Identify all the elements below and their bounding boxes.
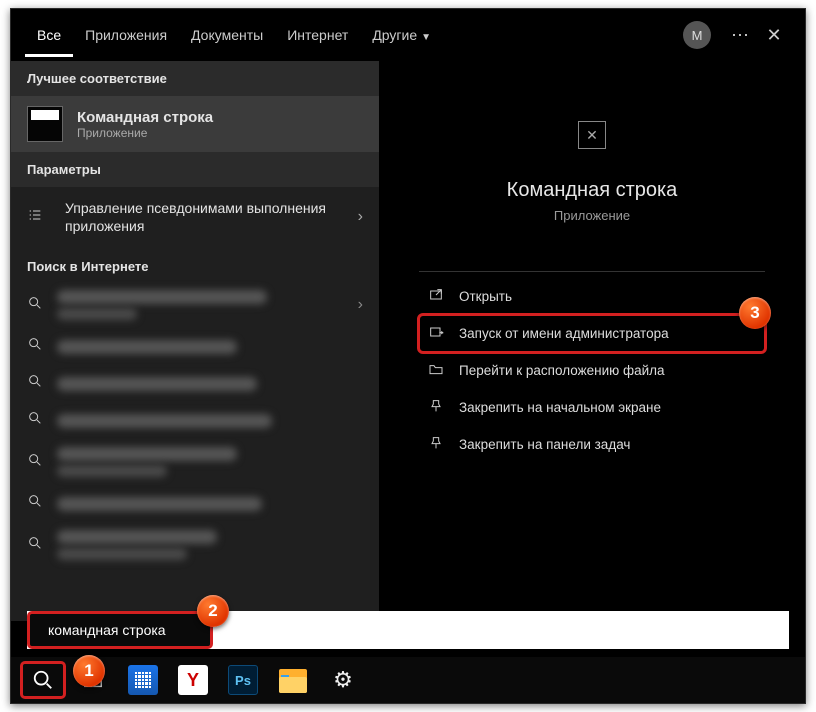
chevron-right-icon: › [358,208,363,226]
search-icon [27,410,45,431]
pin-icon [427,435,445,454]
web-result[interactable] [11,522,379,568]
cmd-icon [27,106,63,142]
account-avatar[interactable]: M [683,21,711,49]
section-best-match: Лучшее соответствие [11,61,379,96]
open-icon [427,287,445,306]
web-result[interactable]: › [11,282,379,328]
action-open-location[interactable]: Перейти к расположению файла [419,352,765,389]
web-result[interactable] [11,328,379,365]
pin-icon [427,398,445,417]
preview-subtitle: Приложение [379,208,805,223]
settings-row-alias[interactable]: Управление псевдонимами выполнения прило… [11,187,379,247]
taskbar-app-calendar[interactable] [121,662,165,698]
action-pin-taskbar[interactable]: Закрепить на панели задач [419,426,765,463]
folder-icon [427,361,445,380]
action-run-as-admin[interactable]: Запуск от имени администратора 3 [419,315,765,352]
step-marker-2: 2 [197,595,229,627]
search-icon [27,535,45,556]
step-marker-3: 3 [739,297,771,329]
preview-title: Командная строка [379,179,805,202]
search-bar [27,611,789,649]
search-icon [27,295,45,316]
section-settings: Параметры [11,152,379,187]
step-marker-1: 1 [73,655,105,687]
best-match-subtitle: Приложение [77,126,213,140]
taskbar-app-explorer[interactable] [271,662,315,698]
search-tabs: Все Приложения Документы Интернет Другие… [11,9,805,61]
web-result[interactable] [11,439,379,485]
results-panel: Лучшее соответствие Командная строка При… [11,61,379,621]
taskbar-app-photoshop[interactable]: Ps [221,662,265,698]
taskbar-app-settings[interactable]: ⚙ [321,662,365,698]
best-match-title: Командная строка [77,109,213,126]
web-result[interactable] [11,402,379,439]
section-web: Поиск в Интернете [11,247,379,282]
web-result[interactable] [11,365,379,402]
broken-image-icon: ✕ [578,121,606,149]
tab-more[interactable]: Другие▼ [360,13,443,57]
tab-all[interactable]: Все [25,13,73,57]
search-box[interactable] [27,611,213,649]
tab-apps[interactable]: Приложения [73,13,179,57]
admin-icon [427,324,445,343]
search-icon [27,452,45,473]
close-icon[interactable]: ✕ [757,25,791,46]
tab-docs[interactable]: Документы [179,13,275,57]
tab-web[interactable]: Интернет [275,13,360,57]
action-open[interactable]: Открыть [419,278,765,315]
taskbar: Y Ps ⚙ [11,657,805,703]
list-icon [27,207,51,228]
more-icon[interactable]: ⋯ [723,25,757,46]
preview-panel: ✕ Командная строка Приложение Открыть За… [379,61,805,621]
search-icon [27,373,45,394]
best-match-item[interactable]: Командная строка Приложение [11,96,379,152]
web-result[interactable] [11,485,379,522]
gear-icon: ⚙ [333,667,353,693]
preview-actions: Открыть Запуск от имени администратора 3… [419,271,765,463]
action-pin-start[interactable]: Закрепить на начальном экране [419,389,765,426]
chevron-right-icon: › [358,296,363,314]
taskbar-app-yandex[interactable]: Y [171,662,215,698]
search-icon [27,336,45,357]
taskbar-search-button[interactable] [21,662,65,698]
search-icon [27,493,45,514]
search-input[interactable] [48,622,229,638]
